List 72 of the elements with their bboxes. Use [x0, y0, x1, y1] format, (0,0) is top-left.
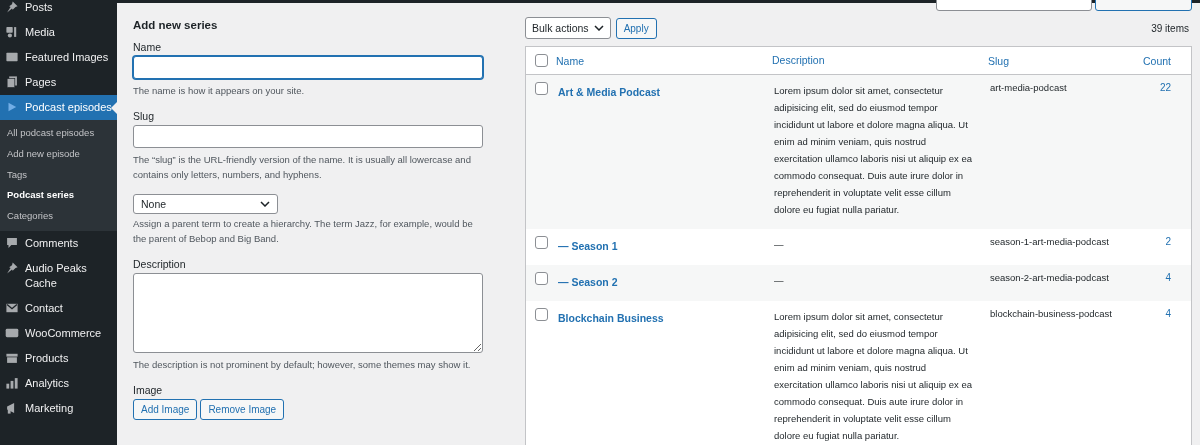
- pin-icon: [5, 261, 19, 275]
- column-header[interactable]: Count: [1138, 54, 1191, 67]
- checkbox[interactable]: [534, 308, 548, 321]
- slug-cell: season-1-art-media-podcast: [990, 236, 1109, 247]
- sidebar-item[interactable]: Posts: [0, 0, 117, 20]
- count-link[interactable]: 4: [1165, 272, 1171, 283]
- menu-pointer-icon: [111, 101, 117, 114]
- items-count: 39 items: [1151, 22, 1190, 34]
- help-text: The name is how it appears on your site.: [133, 84, 306, 98]
- sidebar-item[interactable]: Audio Peaks Cache: [0, 256, 117, 296]
- help-text: Assign a parent term to create a hierarchy. The term Jazz, for example, would be the parent of Bebop and Big Band.: [133, 217, 474, 246]
- help-text: The description is not prominent by default; however, some themes may show it.: [133, 358, 472, 372]
- slug-input[interactable]: [133, 125, 483, 148]
- column-header[interactable]: Slug: [988, 54, 1138, 67]
- slug-cell: art-media-podcast: [990, 82, 1067, 93]
- submenu-item[interactable]: Add new episode: [0, 143, 117, 165]
- checkbox[interactable]: [534, 54, 548, 67]
- column-header[interactable]: Description: [772, 52, 988, 69]
- chevron-down-icon: [593, 25, 604, 31]
- column-header[interactable]: Name: [556, 54, 772, 67]
- field-label: Description: [133, 258, 187, 270]
- image-button[interactable]: Add Image: [133, 399, 198, 420]
- description-cell: Lorem ipsum dolor sit amet, consectetur adipisicing elit, sed do eiusmod tempor incididunt ut labore et dolore magna aliqua. Ut enim ad minim veniam, quis nostrud exercitation ullamco laboris nisi ut aliquip ex ea commodo consequat. Duis aute irure dolor in reprehenderit in voluptate velit esse cillum dolore eu fugiat nulla pariatur.: [774, 85, 973, 215]
- term-name-link[interactable]: — Season 1: [558, 240, 618, 252]
- comment-icon: [5, 236, 19, 250]
- description-textarea[interactable]: [133, 273, 483, 353]
- term-name-link[interactable]: Art & Media Podcast: [558, 86, 661, 98]
- term-name-link[interactable]: Blockchain Business: [558, 312, 664, 324]
- sidebar-item[interactable]: Products: [0, 346, 117, 371]
- bars-icon: [5, 376, 19, 390]
- slug-cell: season-2-art-media-podcast: [990, 272, 1109, 283]
- bulk-actions-select[interactable]: Bulk actions: [525, 17, 611, 39]
- description-cell: —: [774, 239, 784, 250]
- sidebar-item[interactable]: Analytics: [0, 371, 117, 396]
- submenu-item[interactable]: Tags: [0, 164, 117, 186]
- checkbox[interactable]: [534, 236, 548, 249]
- apply-button[interactable]: Apply: [615, 17, 657, 39]
- submenu-item[interactable]: Podcast series: [0, 185, 117, 207]
- field-label: Slug: [133, 110, 155, 122]
- name-input[interactable]: [133, 56, 483, 79]
- checkbox[interactable]: [534, 272, 548, 285]
- sidebar-item[interactable]: Contact: [0, 296, 117, 321]
- submenu-item[interactable]: Categories: [0, 206, 117, 227]
- checkbox[interactable]: [534, 82, 548, 95]
- parent-select[interactable]: None: [133, 194, 278, 214]
- sidebar-item[interactable]: WooCommerce: [0, 321, 117, 346]
- description-cell: Lorem ipsum dolor sit amet, consectetur adipisicing elit, sed do eiusmod tempor incididunt ut labore et dolore magna aliqua. Ut enim ad minim veniam, quis nostrud exercitation ullamco laboris nisi ut aliquip ex ea commodo consequat. Duis aute irure dolor in reprehenderit in voluptate velit esse cillum dolore eu fugiat nulla pariatur.: [774, 311, 973, 441]
- form-title: Add new series: [133, 19, 219, 31]
- sidebar-item[interactable]: Media: [0, 20, 117, 45]
- sidebar-item[interactable]: Pages: [0, 70, 117, 95]
- pin-icon: [5, 0, 19, 14]
- sidebar-item[interactable]: Featured Images: [0, 45, 117, 70]
- image-icon: [5, 50, 19, 64]
- chevron-down-icon: [260, 201, 270, 207]
- description-cell: —: [774, 275, 784, 286]
- count-link[interactable]: 2: [1165, 236, 1171, 247]
- help-text: The “slug” is the URL-friendly version of the name. It is usually all lowercase and contains only letters, numbers, and hyphens.: [133, 153, 472, 182]
- submenu-item[interactable]: All podcast episodes: [0, 123, 117, 144]
- box-icon: [5, 351, 19, 365]
- term-name-link[interactable]: — Season 2: [558, 276, 618, 288]
- count-link[interactable]: 22: [1159, 82, 1171, 93]
- field-label: Image: [133, 384, 164, 396]
- mail-icon: [5, 301, 19, 315]
- media-icon: [5, 25, 19, 39]
- count-link[interactable]: 4: [1165, 308, 1171, 319]
- sidebar-item[interactable]: Comments: [0, 231, 117, 256]
- slug-cell: blockchain-business-podcast: [990, 308, 1112, 319]
- image-button[interactable]: Remove Image: [200, 399, 285, 420]
- sidebar-item[interactable]: Marketing: [0, 396, 117, 421]
- field-label: Name: [133, 41, 162, 53]
- sidebar-item[interactable]: Podcast episodes: [0, 95, 117, 120]
- pages-icon: [5, 75, 19, 89]
